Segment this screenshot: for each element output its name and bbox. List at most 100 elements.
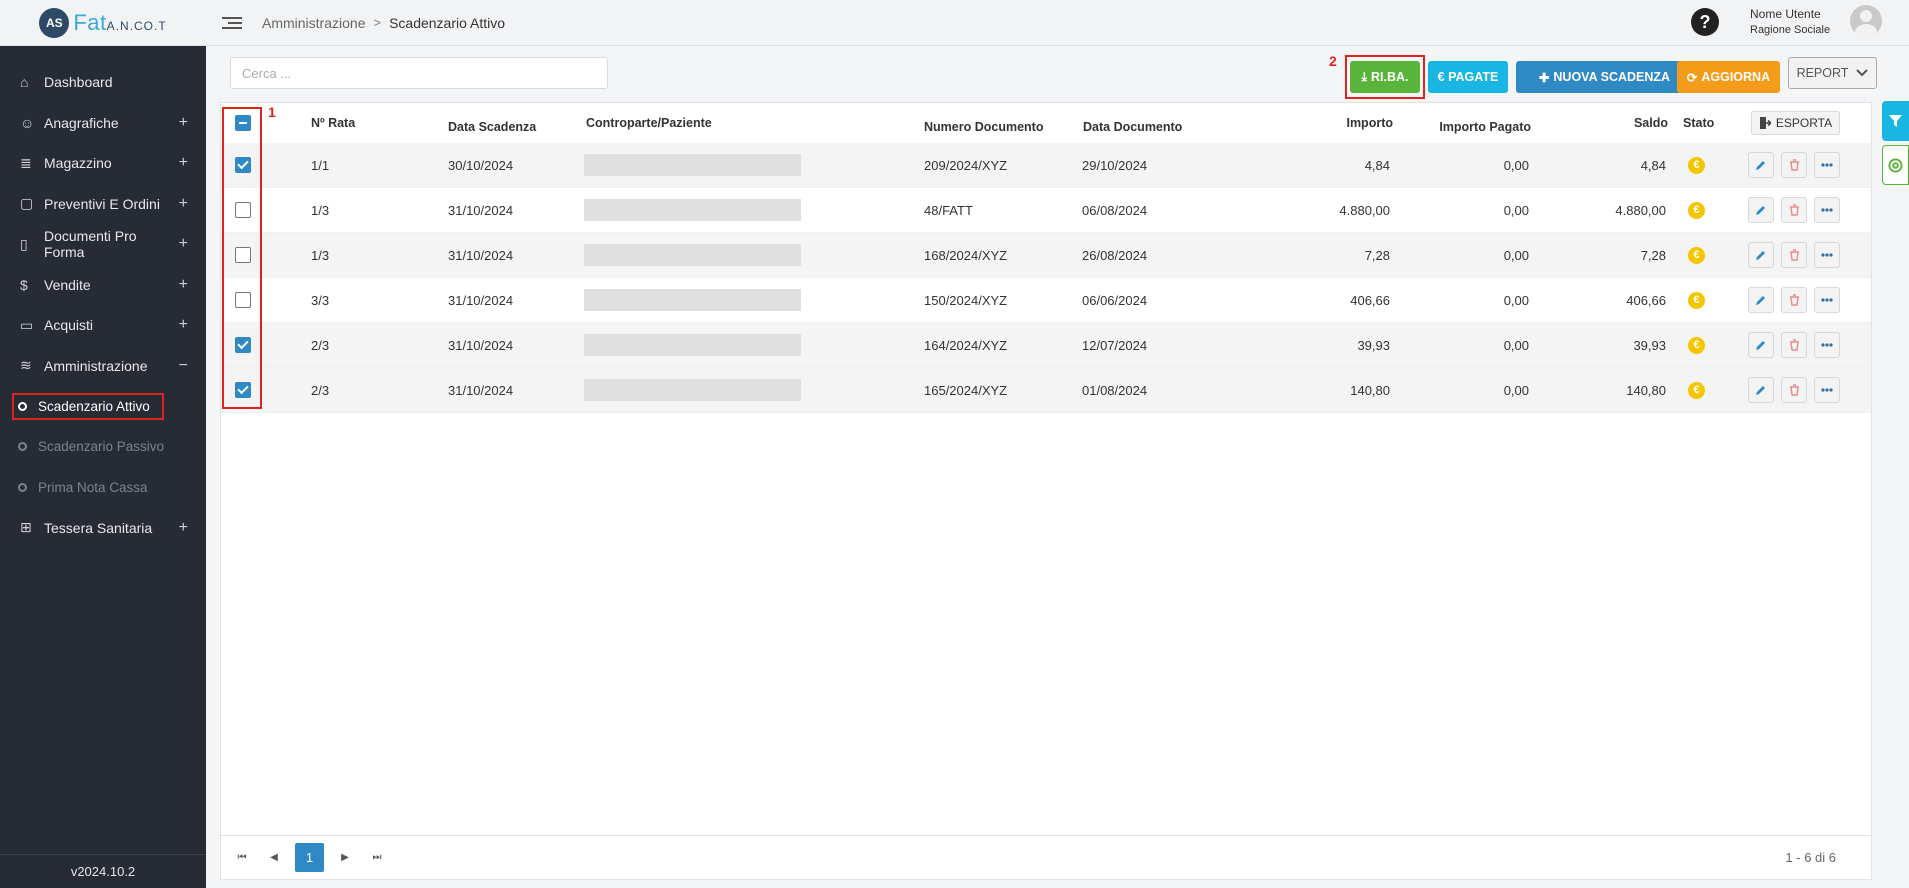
header-rata[interactable]: Nº Rata [311, 103, 355, 143]
more-actions-button[interactable] [1814, 242, 1840, 268]
edit-button[interactable] [1748, 377, 1774, 403]
edit-button[interactable] [1748, 197, 1774, 223]
aggiorna-button[interactable]: ⟳ AGGIORNA [1677, 61, 1780, 93]
cell-importo-pagato: 0,00 [1503, 247, 1529, 263]
sidebar-item-dashboard[interactable]: ⌂ Dashboard [0, 62, 206, 103]
cell-data-scadenza: 31/10/2024 [448, 337, 514, 353]
expand-icon[interactable]: + [179, 316, 188, 334]
breadcrumb-separator: > [373, 15, 382, 30]
header-stato[interactable]: Stato [1683, 103, 1714, 143]
row-checkbox[interactable] [235, 157, 251, 173]
avatar[interactable] [1850, 5, 1882, 37]
page-button-current[interactable]: 1 [295, 843, 324, 872]
sidebar-subitem-prima-nota-cassa[interactable]: Prima Nota Cassa [0, 467, 206, 508]
cell-rata: 2/3 [311, 337, 330, 353]
delete-button[interactable] [1781, 377, 1807, 403]
row-checkbox[interactable] [235, 382, 251, 398]
delete-button[interactable] [1781, 287, 1807, 313]
logo[interactable]: AS FatA.N.CO.T [0, 0, 206, 46]
delete-button[interactable] [1781, 242, 1807, 268]
sidebar-item-amministrazione[interactable]: ≋ Amministrazione − [0, 346, 206, 387]
edit-button[interactable] [1748, 242, 1774, 268]
cell-rata: 3/3 [311, 292, 330, 308]
last-page-icon[interactable]: ⏭ [366, 847, 388, 869]
header-controparte[interactable]: Controparte/Paziente [586, 103, 712, 143]
more-actions-button[interactable] [1814, 332, 1840, 358]
header-numero-documento[interactable]: Numero Documento [924, 107, 1043, 147]
header-importo[interactable]: Importo [1231, 103, 1393, 143]
edit-button[interactable] [1748, 152, 1774, 178]
logo-name: FatA.N.CO.T [73, 9, 167, 35]
annotation-number-2: 2 [1329, 53, 1337, 69]
table-row[interactable]: 2/3 31/10/2024 164/2024/XYZ 12/07/2024 39,93… [221, 323, 1871, 368]
nuova-scadenza-button[interactable]: ✚ NUOVA SCADENZA [1516, 61, 1693, 93]
sidebar-subitem-scadenzario-attivo[interactable]: Scadenzario Attivo [0, 386, 206, 427]
esporta-button[interactable]: ESPORTA [1751, 111, 1840, 135]
next-page-icon[interactable]: ▶ [334, 847, 356, 869]
header-data-scadenza[interactable]: Data Scadenza [448, 107, 536, 147]
report-dropdown[interactable]: REPORT [1788, 57, 1877, 89]
pencil-icon [1756, 161, 1765, 170]
sidebar-item-vendite[interactable]: $ Vendite + [0, 265, 206, 306]
prev-page-icon[interactable]: ◀ [263, 847, 285, 869]
table-row[interactable]: 2/3 31/10/2024 165/2024/XYZ 01/08/2024 140,8… [221, 368, 1871, 413]
filter-tab[interactable] [1882, 101, 1909, 141]
support-tab[interactable] [1882, 145, 1909, 185]
more-actions-button[interactable] [1814, 197, 1840, 223]
chevron-down-icon [1856, 69, 1869, 77]
cell-importo-pagato: 0,00 [1503, 157, 1529, 173]
row-checkbox[interactable] [235, 247, 251, 263]
sidebar-item-label: Preventivi E Ordini [44, 195, 160, 212]
cell-importo: 406,66 [1350, 292, 1390, 308]
search-input[interactable] [230, 57, 608, 89]
sidebar-item-magazzino[interactable]: ≣ Magazzino + [0, 143, 206, 184]
delete-button[interactable] [1781, 332, 1807, 358]
table-row[interactable]: 3/3 31/10/2024 150/2024/XYZ 06/06/2024 406,6… [221, 278, 1871, 323]
sidebar-item-tessera-sanitaria[interactable]: ⊞ Tessera Sanitaria + [0, 508, 206, 549]
sidebar-item-documenti-pro-forma[interactable]: ▯ Documenti Pro Forma + [0, 224, 206, 265]
header-data-documento[interactable]: Data Documento [1083, 107, 1182, 147]
sidebar-item-acquisti[interactable]: ▭ Acquisti + [0, 305, 206, 346]
cell-rata: 1/3 [311, 247, 330, 263]
trash-icon [1789, 294, 1799, 306]
table-row[interactable]: 1/3 31/10/2024 168/2024/XYZ 26/08/2024 7,28 0… [221, 233, 1871, 278]
expand-icon[interactable]: + [179, 235, 188, 253]
help-icon[interactable]: ? [1691, 8, 1719, 36]
row-checkbox[interactable] [235, 202, 251, 218]
more-actions-button[interactable] [1814, 377, 1840, 403]
more-dots-icon [1821, 388, 1833, 392]
select-all-checkbox[interactable] [235, 115, 251, 131]
expand-icon[interactable]: + [179, 519, 188, 537]
circle-icon [18, 482, 27, 492]
table-header: Nº Rata Data Scadenza Controparte/Pazien… [221, 103, 1871, 143]
user-info[interactable]: Nome Utente Ragione Sociale [1750, 6, 1830, 38]
breadcrumb-parent[interactable]: Amministrazione [262, 15, 365, 31]
delete-button[interactable] [1781, 197, 1807, 223]
sidebar-item-anagrafiche[interactable]: ☺ Anagrafiche + [0, 103, 206, 144]
more-actions-button[interactable] [1814, 152, 1840, 178]
expand-icon[interactable]: + [179, 114, 188, 132]
more-actions-button[interactable] [1814, 287, 1840, 313]
sidebar-item-preventivi-e-ordini[interactable]: ▢ Preventivi E Ordini + [0, 184, 206, 225]
row-checkbox[interactable] [235, 337, 251, 353]
edit-button[interactable] [1748, 287, 1774, 313]
expand-icon[interactable]: + [179, 276, 188, 294]
expand-icon[interactable]: − [179, 357, 188, 375]
cell-numero-documento: 48/FATT [924, 202, 973, 218]
delete-button[interactable] [1781, 152, 1807, 178]
menu-toggle-icon[interactable] [222, 14, 242, 32]
row-checkbox[interactable] [235, 292, 251, 308]
sidebar-item-label: Tessera Sanitaria [44, 519, 153, 536]
controparte-redacted [584, 334, 801, 356]
edit-button[interactable] [1748, 332, 1774, 358]
table-row[interactable]: 1/3 31/10/2024 48/FATT 06/08/2024 4.880,00 0,… [221, 188, 1871, 233]
riba-button[interactable]: ⤓ RI.BA. [1350, 61, 1420, 93]
expand-icon[interactable]: + [179, 154, 188, 172]
pagate-button[interactable]: € PAGATE [1428, 61, 1508, 93]
table-row[interactable]: 1/1 30/10/2024 209/2024/XYZ 29/10/2024 4,84 0… [221, 143, 1871, 188]
sidebar-subitem-scadenzario-passivo[interactable]: Scadenzario Passivo [0, 427, 206, 468]
expand-icon[interactable]: + [179, 195, 188, 213]
header-importo-pagato[interactable]: Importo Pagato [1401, 107, 1531, 147]
header-saldo[interactable]: Saldo [1541, 103, 1668, 143]
first-page-icon[interactable]: ⏮ [231, 847, 253, 869]
